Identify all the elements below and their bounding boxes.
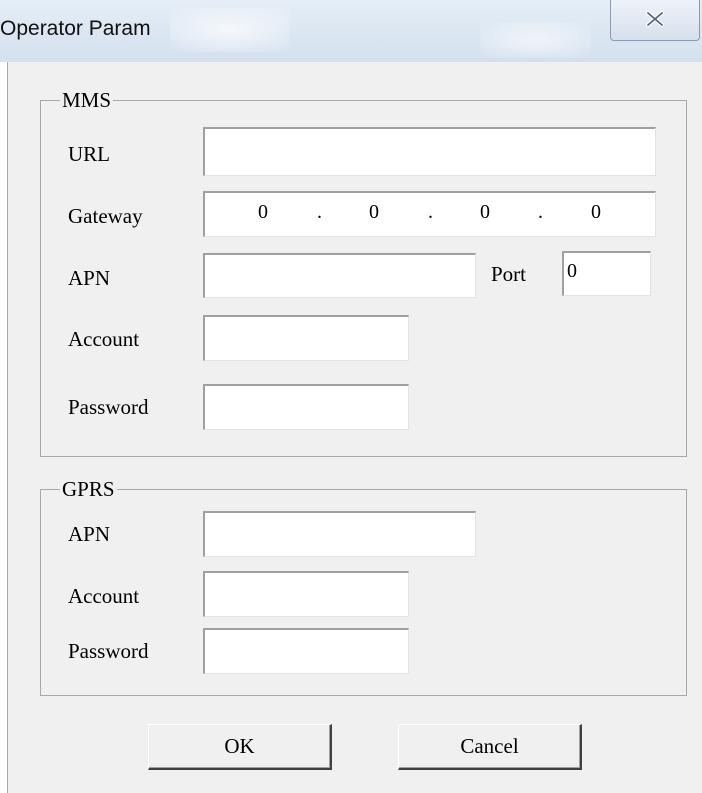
mms-apn-input[interactable] bbox=[203, 253, 476, 298]
title-bar-highlight bbox=[480, 22, 590, 58]
gateway-octet-1[interactable]: 0 bbox=[258, 201, 268, 224]
gprs-account-input[interactable] bbox=[203, 571, 409, 617]
gateway-octet-3[interactable]: 0 bbox=[480, 201, 490, 224]
title-bar-highlight bbox=[170, 8, 290, 52]
title-bar: Operator Param bbox=[0, 0, 702, 62]
gateway-octet-2[interactable]: 0 bbox=[369, 201, 379, 224]
gprs-account-label: Account bbox=[68, 584, 140, 608]
mms-password-input[interactable] bbox=[203, 384, 409, 430]
ok-button[interactable]: OK bbox=[148, 724, 332, 770]
gprs-apn-label: APN bbox=[68, 522, 111, 546]
url-label: URL bbox=[68, 142, 110, 166]
gprs-legend: GPRS bbox=[60, 477, 117, 501]
gprs-password-input[interactable] bbox=[203, 628, 409, 674]
window-title: Operator Param bbox=[0, 17, 151, 40]
mms-gateway-ip-input[interactable]: 0 . 0 . 0 . 0 bbox=[203, 191, 656, 237]
dialog-body: MMS URL Gateway 0 . 0 . 0 . 0 APN Port 0… bbox=[7, 62, 702, 793]
port-label: Port bbox=[491, 262, 527, 286]
gateway-octet-4[interactable]: 0 bbox=[591, 201, 601, 224]
mms-apn-label: APN bbox=[68, 266, 111, 290]
mms-password-label: Password bbox=[68, 395, 149, 419]
gateway-separator: . bbox=[538, 201, 543, 223]
gateway-separator: . bbox=[317, 201, 322, 223]
mms-account-input[interactable] bbox=[203, 315, 409, 361]
close-button[interactable] bbox=[610, 0, 700, 41]
mms-url-input[interactable] bbox=[203, 127, 656, 176]
gateway-separator: . bbox=[428, 201, 433, 223]
gprs-password-label: Password bbox=[68, 639, 149, 663]
cancel-button[interactable]: Cancel bbox=[398, 724, 582, 770]
mms-account-label: Account bbox=[68, 327, 140, 351]
gateway-label: Gateway bbox=[68, 204, 143, 228]
close-icon bbox=[646, 11, 664, 27]
mms-port-input[interactable]: 0 bbox=[562, 251, 651, 296]
mms-legend: MMS bbox=[60, 88, 114, 112]
gprs-apn-input[interactable] bbox=[203, 511, 476, 557]
